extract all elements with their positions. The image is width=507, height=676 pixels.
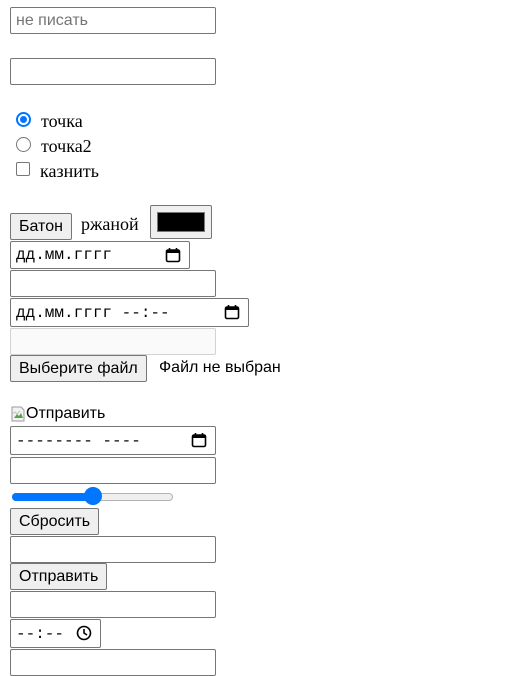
checkbox-kaznit[interactable] — [16, 162, 30, 176]
text-input-7[interactable] — [10, 649, 216, 676]
reset-button[interactable]: Сбросить — [10, 508, 100, 535]
file-status: Файл не выбран — [159, 359, 281, 376]
clock-icon[interactable] — [76, 625, 92, 641]
text-input-4[interactable] — [10, 457, 216, 484]
checkbox-kaznit-label: казнить — [40, 161, 99, 181]
radio-tochka2-label: точка2 — [41, 136, 92, 156]
text-input-placeholder[interactable]: не писать — [10, 7, 216, 34]
color-input[interactable] — [150, 205, 212, 239]
range-thumb[interactable] — [83, 487, 102, 505]
text-input-2[interactable] — [10, 58, 216, 85]
datetime-input[interactable]: дд.мм.гггг --:-- — [10, 298, 249, 327]
week-input-value: -------- ---- — [16, 431, 141, 450]
range-slider[interactable] — [12, 487, 173, 505]
text-input-6[interactable] — [10, 591, 216, 618]
radio-tochka[interactable] — [16, 112, 31, 127]
date-input-value: дд.мм.гггг — [16, 246, 113, 264]
disabled-input — [10, 328, 216, 355]
baton-button-label: Батон — [19, 217, 63, 235]
file-choose-button[interactable]: Выберите файл — [10, 355, 147, 382]
radio-tochka2[interactable] — [16, 137, 31, 152]
image-submit[interactable]: Отправить — [10, 405, 105, 423]
text-input-3[interactable] — [10, 270, 216, 297]
broken-image-icon — [11, 406, 25, 422]
text-input-5[interactable] — [10, 536, 216, 563]
date-input[interactable]: дд.мм.гггг — [10, 241, 190, 269]
image-submit-alt: Отправить — [26, 405, 106, 422]
reset-button-label: Сбросить — [19, 512, 91, 530]
calendar-icon[interactable] — [224, 304, 240, 320]
color-swatch — [157, 212, 205, 232]
submit-button[interactable]: Отправить — [10, 563, 108, 590]
datetime-input-value: дд.мм.гггг --:-- — [16, 303, 170, 322]
rye-label: ржаной — [81, 214, 139, 234]
time-input[interactable]: --:-- — [10, 619, 101, 648]
baton-button[interactable]: Батон — [10, 213, 72, 240]
submit-button-label: Отправить — [19, 567, 99, 585]
week-input[interactable]: -------- ---- — [10, 426, 216, 455]
radio-tochka-label: точка — [41, 111, 83, 131]
file-choose-button-label: Выберите файл — [19, 359, 138, 377]
calendar-icon[interactable] — [165, 247, 181, 263]
text-input-placeholder-text: не писать — [16, 11, 88, 29]
calendar-icon[interactable] — [191, 432, 207, 448]
range-fill — [12, 493, 93, 501]
time-input-value: --:-- — [16, 624, 65, 643]
